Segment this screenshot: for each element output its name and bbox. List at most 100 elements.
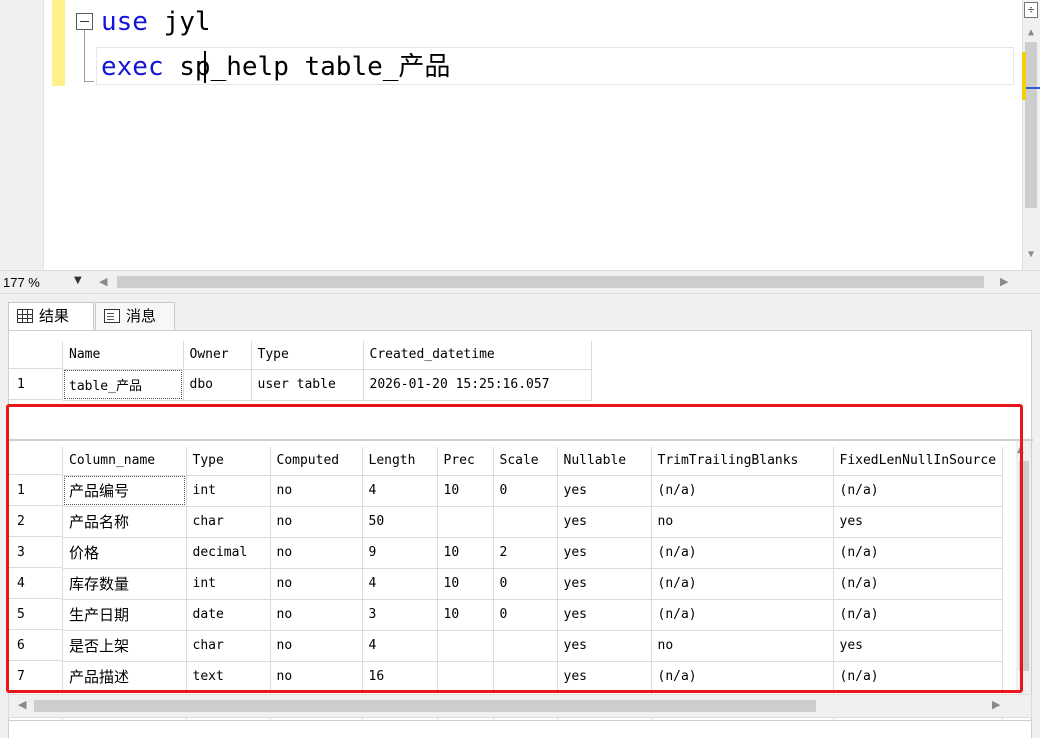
horizontal-scrollbar-thumb[interactable] bbox=[117, 276, 984, 288]
split-window-icon[interactable]: ÷ bbox=[1024, 2, 1038, 18]
grid-cell[interactable]: 产品名称 bbox=[63, 506, 187, 538]
row-number[interactable]: 1 bbox=[9, 475, 62, 506]
tab-messages[interactable]: 消息 bbox=[95, 302, 175, 330]
column-header[interactable]: Nullable bbox=[557, 447, 652, 476]
grid-cell[interactable]: 生产日期 bbox=[63, 599, 187, 631]
grid-cell[interactable]: 10 bbox=[437, 568, 494, 600]
grid-cell[interactable]: 10 bbox=[437, 599, 494, 631]
horizontal-scrollbar-thumb[interactable] bbox=[34, 700, 816, 712]
grid-cell[interactable]: 2026-01-20 15:25:16.057 bbox=[363, 369, 592, 401]
table-info-grid[interactable]: Name Owner Type Created_datetime table_产… bbox=[63, 341, 592, 401]
grid-cell[interactable]: 4 bbox=[362, 475, 438, 507]
row-number[interactable]: 7 bbox=[9, 661, 62, 692]
grid-cell[interactable] bbox=[493, 630, 558, 662]
grid-cell[interactable]: dbo bbox=[183, 369, 252, 401]
grid-cell[interactable]: no bbox=[270, 599, 363, 631]
column-header[interactable]: FixedLenNullInSource bbox=[833, 447, 1004, 476]
zoom-level[interactable]: 177 % bbox=[3, 275, 40, 290]
grid-cell[interactable]: 3 bbox=[362, 599, 438, 631]
row-number[interactable]: 6 bbox=[9, 630, 62, 661]
grid-cell[interactable]: yes bbox=[833, 630, 1004, 662]
table-row[interactable]: 生产日期 date no 3 10 0 yes (n/a) (n/a) bbox=[63, 599, 1004, 631]
scroll-up-icon[interactable]: ▲ bbox=[1026, 28, 1036, 38]
grid-cell[interactable]: 0 bbox=[493, 568, 558, 600]
column-header[interactable]: Scale bbox=[493, 447, 558, 476]
grid-cell[interactable]: no bbox=[270, 630, 363, 662]
scroll-up-icon[interactable]: ▲ bbox=[1017, 445, 1024, 455]
grid-cell[interactable]: 2 bbox=[493, 537, 558, 569]
grid-cell[interactable]: no bbox=[651, 506, 834, 538]
column-header[interactable]: Length bbox=[362, 447, 438, 476]
grid-cell[interactable]: yes bbox=[557, 661, 652, 693]
grid-cell[interactable]: int bbox=[186, 475, 271, 507]
column-header[interactable]: Column_name bbox=[63, 447, 187, 476]
scroll-right-icon[interactable]: ▶ bbox=[992, 698, 1000, 711]
grid-cell[interactable]: char bbox=[186, 630, 271, 662]
grid-cell[interactable]: (n/a) bbox=[833, 475, 1004, 507]
grid-cell[interactable]: yes bbox=[557, 506, 652, 538]
grid-cell[interactable] bbox=[493, 661, 558, 693]
column-header[interactable]: Prec bbox=[437, 447, 494, 476]
collapse-toggle-icon[interactable] bbox=[76, 13, 93, 30]
table-row[interactable]: 产品编号 int no 4 10 0 yes (n/a) (n/a) bbox=[63, 475, 1004, 507]
scrollbar-thumb[interactable] bbox=[1025, 42, 1037, 208]
scroll-right-icon[interactable]: ▶ bbox=[1000, 275, 1008, 288]
scroll-down-icon[interactable]: ▼ bbox=[1026, 250, 1036, 260]
grid-cell[interactable]: date bbox=[186, 599, 271, 631]
code-line-1[interactable]: use jyl bbox=[101, 7, 211, 37]
grid-cell[interactable]: 产品编号 bbox=[63, 475, 187, 507]
row-number[interactable]: 2 bbox=[9, 506, 62, 537]
table-row[interactable]: 是否上架 char no 4 yes no yes bbox=[63, 630, 1004, 662]
grid-cell[interactable]: table_产品 bbox=[63, 369, 184, 401]
column-header[interactable]: Created_datetime bbox=[363, 341, 592, 370]
column-header[interactable]: Computed bbox=[270, 447, 363, 476]
grid-cell[interactable]: (n/a) bbox=[833, 599, 1004, 631]
scrollbar-thumb[interactable] bbox=[1019, 461, 1029, 671]
grid-cell[interactable]: 0 bbox=[493, 599, 558, 631]
column-info-grid[interactable]: Column_name Type Computed Length Prec Sc… bbox=[63, 447, 1004, 724]
grid-cell[interactable] bbox=[437, 661, 494, 693]
column-header[interactable]: Type bbox=[251, 341, 364, 370]
grid-cell[interactable]: 10 bbox=[437, 537, 494, 569]
grid-cell[interactable]: int bbox=[186, 568, 271, 600]
zoom-dropdown-icon[interactable]: ▼ bbox=[74, 275, 82, 286]
grid-cell[interactable]: 16 bbox=[362, 661, 438, 693]
column-header[interactable]: Owner bbox=[183, 341, 252, 370]
grid-cell[interactable]: 10 bbox=[437, 475, 494, 507]
grid-cell[interactable]: yes bbox=[833, 506, 1004, 538]
grid-cell[interactable]: text bbox=[186, 661, 271, 693]
grid-cell[interactable]: yes bbox=[557, 568, 652, 600]
grid-cell[interactable]: (n/a) bbox=[833, 568, 1004, 600]
grid-cell[interactable]: 库存数量 bbox=[63, 568, 187, 600]
grid-cell[interactable]: char bbox=[186, 506, 271, 538]
grid-cell[interactable]: (n/a) bbox=[651, 661, 834, 693]
table-row[interactable]: 产品名称 char no 50 yes no yes bbox=[63, 506, 1004, 538]
grid-cell[interactable]: 4 bbox=[362, 568, 438, 600]
grid-cell[interactable]: yes bbox=[557, 475, 652, 507]
query-editor[interactable]: use jyl exec sp_help table_产品 ÷ ▲ ▼ bbox=[0, 0, 1040, 270]
row-number[interactable]: 5 bbox=[9, 599, 62, 630]
scroll-left-icon[interactable]: ◀ bbox=[18, 698, 26, 711]
grid-cell[interactable]: no bbox=[270, 661, 363, 693]
grid-cell[interactable]: 产品描述 bbox=[63, 661, 187, 693]
table-row[interactable]: 价格 decimal no 9 10 2 yes (n/a) (n/a) bbox=[63, 537, 1004, 569]
scroll-left-icon[interactable]: ◀ bbox=[99, 275, 107, 288]
grid-cell[interactable]: 9 bbox=[362, 537, 438, 569]
table-row[interactable]: 库存数量 int no 4 10 0 yes (n/a) (n/a) bbox=[63, 568, 1004, 600]
grid-cell[interactable]: no bbox=[651, 630, 834, 662]
grid-cell[interactable]: (n/a) bbox=[651, 537, 834, 569]
grid-cell[interactable]: no bbox=[270, 506, 363, 538]
grid-cell[interactable] bbox=[437, 506, 494, 538]
grid-cell[interactable]: user table bbox=[251, 369, 364, 401]
grid-cell[interactable]: (n/a) bbox=[651, 475, 834, 507]
grid-cell[interactable]: 50 bbox=[362, 506, 438, 538]
grid-cell[interactable]: 价格 bbox=[63, 537, 187, 569]
grid-cell[interactable]: no bbox=[270, 537, 363, 569]
grid-cell[interactable]: yes bbox=[557, 630, 652, 662]
grid-cell[interactable] bbox=[493, 506, 558, 538]
code-line-2[interactable]: exec sp_help table_产品 bbox=[101, 52, 450, 82]
tab-results[interactable]: 结果 bbox=[8, 302, 94, 330]
grid-cell[interactable]: no bbox=[270, 568, 363, 600]
table-row[interactable]: table_产品 dbo user table 2026-01-20 15:25… bbox=[63, 369, 592, 401]
column-header[interactable]: Name bbox=[63, 341, 184, 370]
